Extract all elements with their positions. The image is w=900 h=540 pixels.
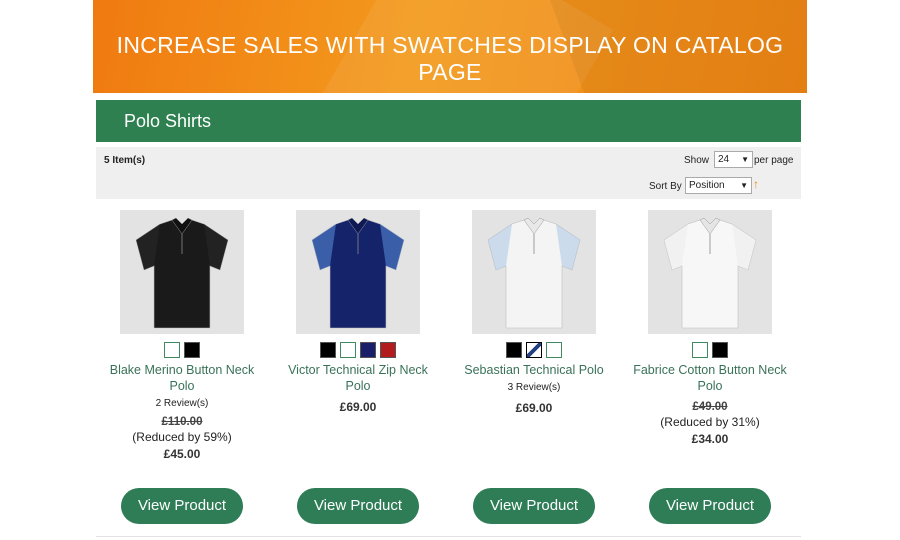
- category-header: Polo Shirts: [96, 100, 801, 142]
- discount-text: (Reduced by 31%): [660, 415, 760, 429]
- color-swatch-white[interactable]: [692, 342, 708, 358]
- color-swatch-white[interactable]: [164, 342, 180, 358]
- review-count-link[interactable]: 3 Review(s): [449, 382, 619, 393]
- chevron-down-icon: ▼: [741, 155, 749, 164]
- product-price: £69.00: [515, 401, 553, 415]
- banner-title: INCREASE SALES WITH SWATCHES DISPLAY ON …: [116, 32, 784, 85]
- product-image[interactable]: [296, 210, 420, 334]
- color-swatch-navy[interactable]: [360, 342, 376, 358]
- color-swatch-red[interactable]: [380, 342, 396, 358]
- old-price: £110.00: [161, 416, 203, 428]
- sort-by-label: Sort By: [649, 181, 682, 192]
- show-label: Show: [684, 155, 710, 166]
- promo-banner: INCREASE SALES WITH SWATCHES DISPLAY ON …: [93, 0, 807, 93]
- product-image[interactable]: [648, 210, 772, 334]
- color-swatch-black[interactable]: [506, 342, 522, 358]
- product-name-link[interactable]: Victor Technical Zip Neck Polo: [273, 362, 443, 394]
- product-price: £45.00: [163, 447, 201, 461]
- color-swatch-black[interactable]: [184, 342, 200, 358]
- color-swatches: [449, 342, 619, 358]
- per-page-value: 24: [718, 154, 730, 165]
- product-name-link[interactable]: Fabrice Cotton Button Neck Polo: [625, 362, 795, 394]
- color-swatch-black[interactable]: [712, 342, 728, 358]
- product-card: Sebastian Technical Polo 3 Review(s) £69.0…: [449, 210, 619, 415]
- category-title: Polo Shirts: [124, 111, 212, 131]
- per-page-select[interactable]: 24 ▼: [714, 151, 753, 168]
- color-swatches: [273, 342, 443, 358]
- color-swatches: [97, 342, 267, 358]
- view-product-button[interactable]: View Product: [297, 488, 419, 524]
- discount-text: (Reduced by 59%): [132, 430, 232, 444]
- color-swatch-black[interactable]: [320, 342, 336, 358]
- sort-direction-arrow-icon[interactable]: ↑: [753, 177, 759, 191]
- chevron-down-icon: ▼: [740, 181, 748, 190]
- view-product-button[interactable]: View Product: [473, 488, 595, 524]
- product-price: £69.00: [339, 400, 377, 414]
- product-name-link[interactable]: Blake Merino Button Neck Polo: [97, 362, 267, 394]
- catalog-toolbar: 5 Item(s) Show 24 ▼ per page Sort By Pos…: [96, 147, 801, 199]
- color-swatch-white[interactable]: [340, 342, 356, 358]
- item-count: 5 Item(s): [104, 155, 146, 166]
- review-count-link[interactable]: 2 Review(s): [97, 398, 267, 409]
- view-product-button[interactable]: View Product: [649, 488, 771, 524]
- view-product-button[interactable]: View Product: [121, 488, 243, 524]
- sort-value: Position: [689, 180, 725, 191]
- product-image[interactable]: [472, 210, 596, 334]
- divider: [96, 536, 801, 537]
- product-image[interactable]: [120, 210, 244, 334]
- per-page-label: per page: [754, 155, 794, 166]
- old-price: £49.00: [692, 401, 728, 413]
- color-swatches: [625, 342, 795, 358]
- product-card: Victor Technical Zip Neck Polo £69.00: [273, 210, 443, 414]
- sort-by-select[interactable]: Position ▼: [685, 177, 752, 194]
- product-card: Fabrice Cotton Button Neck Polo £49.00 (Re…: [625, 210, 795, 446]
- product-price: £34.00: [691, 432, 729, 446]
- color-swatch-pattern[interactable]: [526, 342, 542, 358]
- color-swatch-white[interactable]: [546, 342, 562, 358]
- product-name-link[interactable]: Sebastian Technical Polo: [449, 362, 619, 378]
- product-card: Blake Merino Button Neck Polo 2 Review(s)…: [97, 210, 267, 461]
